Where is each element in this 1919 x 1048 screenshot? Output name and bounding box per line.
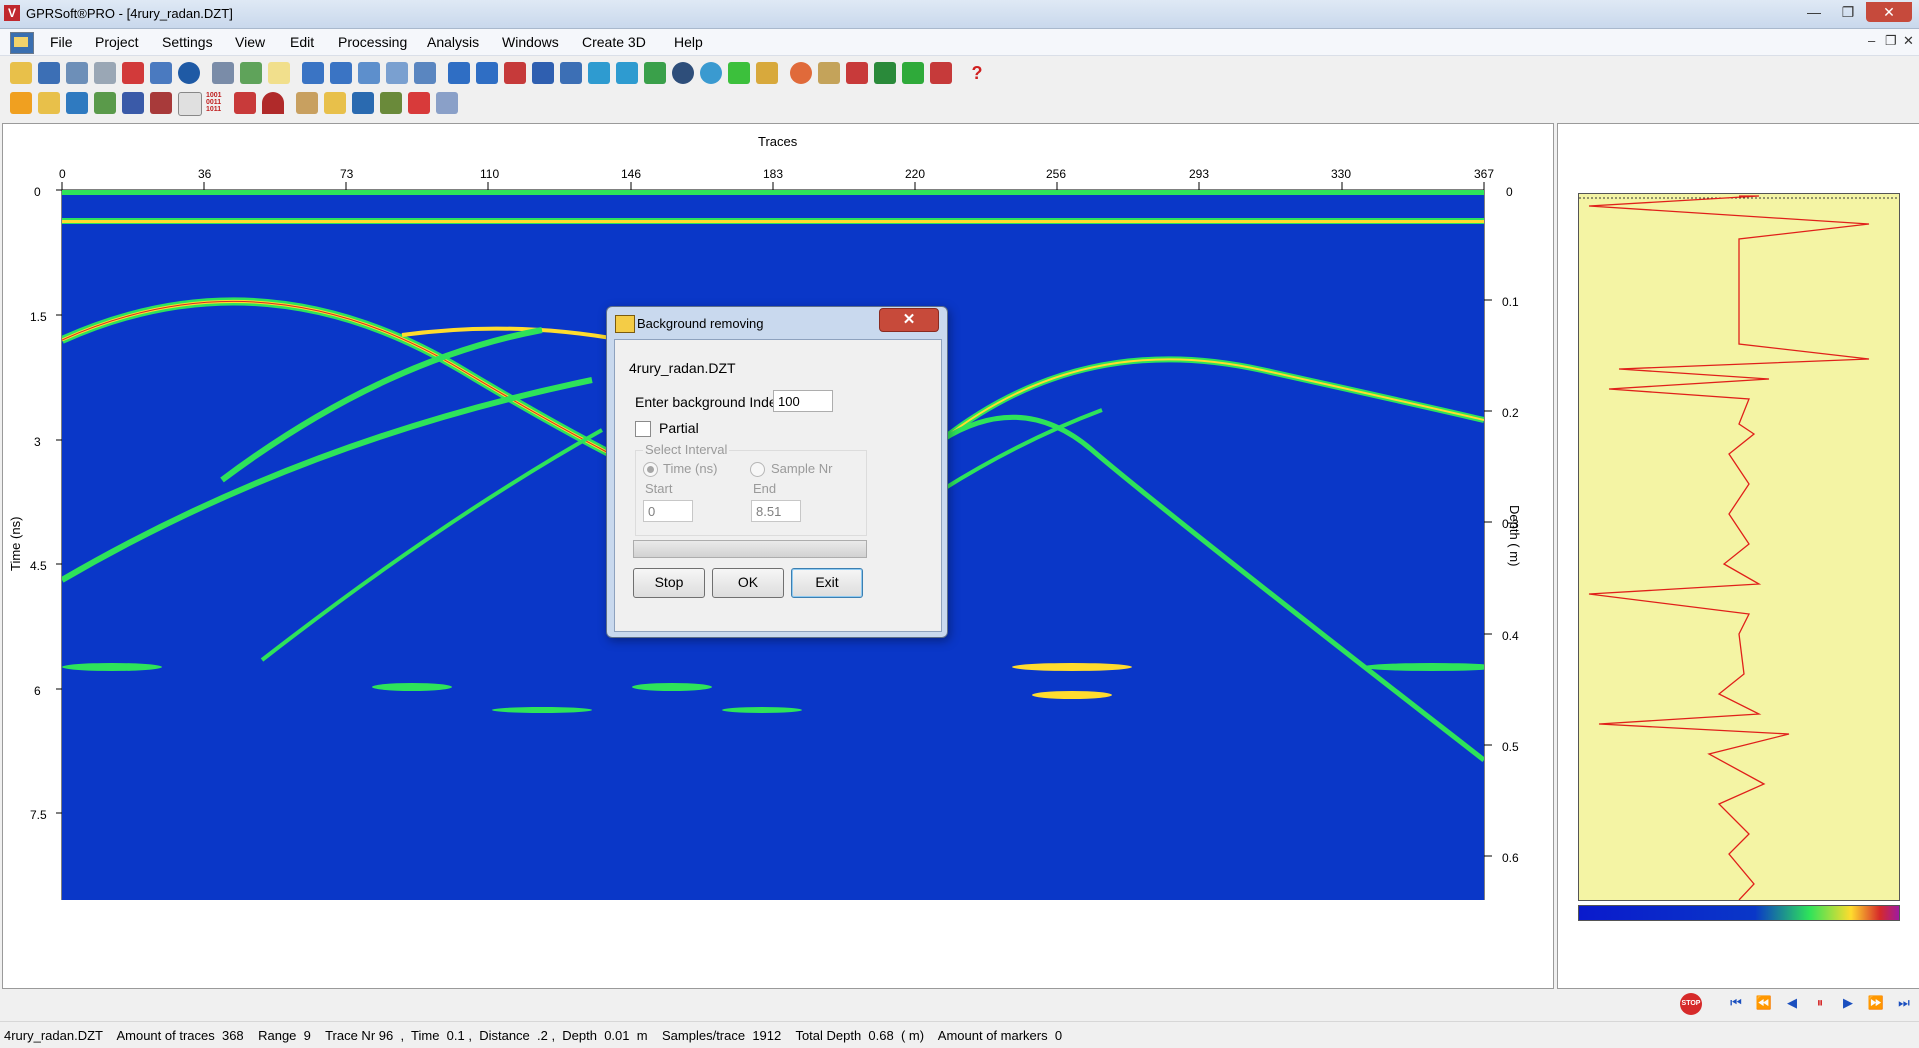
stop-button[interactable]: Stop — [633, 568, 705, 598]
fast-forward-icon[interactable]: ⏩ — [1866, 993, 1886, 1013]
select-interval-label: Select Interval — [643, 442, 730, 457]
last-trace-icon[interactable]: ⏭ — [1894, 993, 1914, 1013]
dialog-close-button[interactable]: ✕ — [879, 308, 939, 332]
pause-icon[interactable]: ⏸ — [1810, 993, 1830, 1013]
start-label: Start — [645, 481, 673, 496]
fast-back-icon[interactable]: ⏪ — [1754, 993, 1774, 1013]
stop-icon[interactable]: STOP — [1680, 993, 1702, 1015]
exit-button[interactable]: Exit — [791, 568, 863, 598]
end-label: End — [753, 481, 777, 496]
status-bar: 4rury_radan.DZT Amount of traces 368 Ran… — [0, 1021, 1919, 1048]
play-icon[interactable]: ▶ — [1838, 993, 1858, 1013]
trace-waveform — [1579, 195, 1899, 901]
end-input[interactable]: 8.51 — [751, 500, 801, 522]
background-index-input[interactable]: 100 — [773, 390, 833, 412]
step-back-icon[interactable]: ◀ — [1782, 993, 1802, 1013]
status-text: 4rury_radan.DZT Amount of traces 368 Ran… — [4, 1028, 1063, 1043]
dialog-title: Background removing — [637, 316, 764, 331]
time-radio[interactable] — [643, 462, 658, 477]
dialog-body: 4rury_radan.DZT Enter background Index 1… — [614, 339, 942, 632]
file-name-label: 4rury_radan.DZT — [629, 360, 736, 376]
sample-radio-label: Sample Nr — [771, 461, 833, 476]
progress-bar — [633, 540, 867, 558]
partial-label: Partial — [659, 420, 699, 436]
first-trace-icon[interactable]: ⏮ — [1726, 993, 1746, 1013]
sample-radio[interactable] — [750, 462, 765, 477]
dialog-app-icon — [615, 315, 635, 333]
background-removing-dialog: Background removing ✕ 4rury_radan.DZT En… — [606, 306, 948, 638]
ok-button[interactable]: OK — [712, 568, 784, 598]
color-scale-bar — [1578, 905, 1900, 921]
partial-checkbox[interactable] — [635, 421, 651, 437]
trace-navigation: STOP ⏮ ⏪ ◀ ⏸ ▶ ⏩ ⏭ — [1680, 993, 1919, 1015]
trace-plot[interactable] — [1578, 193, 1900, 901]
start-input[interactable]: 0 — [643, 500, 693, 522]
background-index-label: Enter background Index — [635, 394, 784, 410]
time-radio-label: Time (ns) — [663, 461, 718, 476]
